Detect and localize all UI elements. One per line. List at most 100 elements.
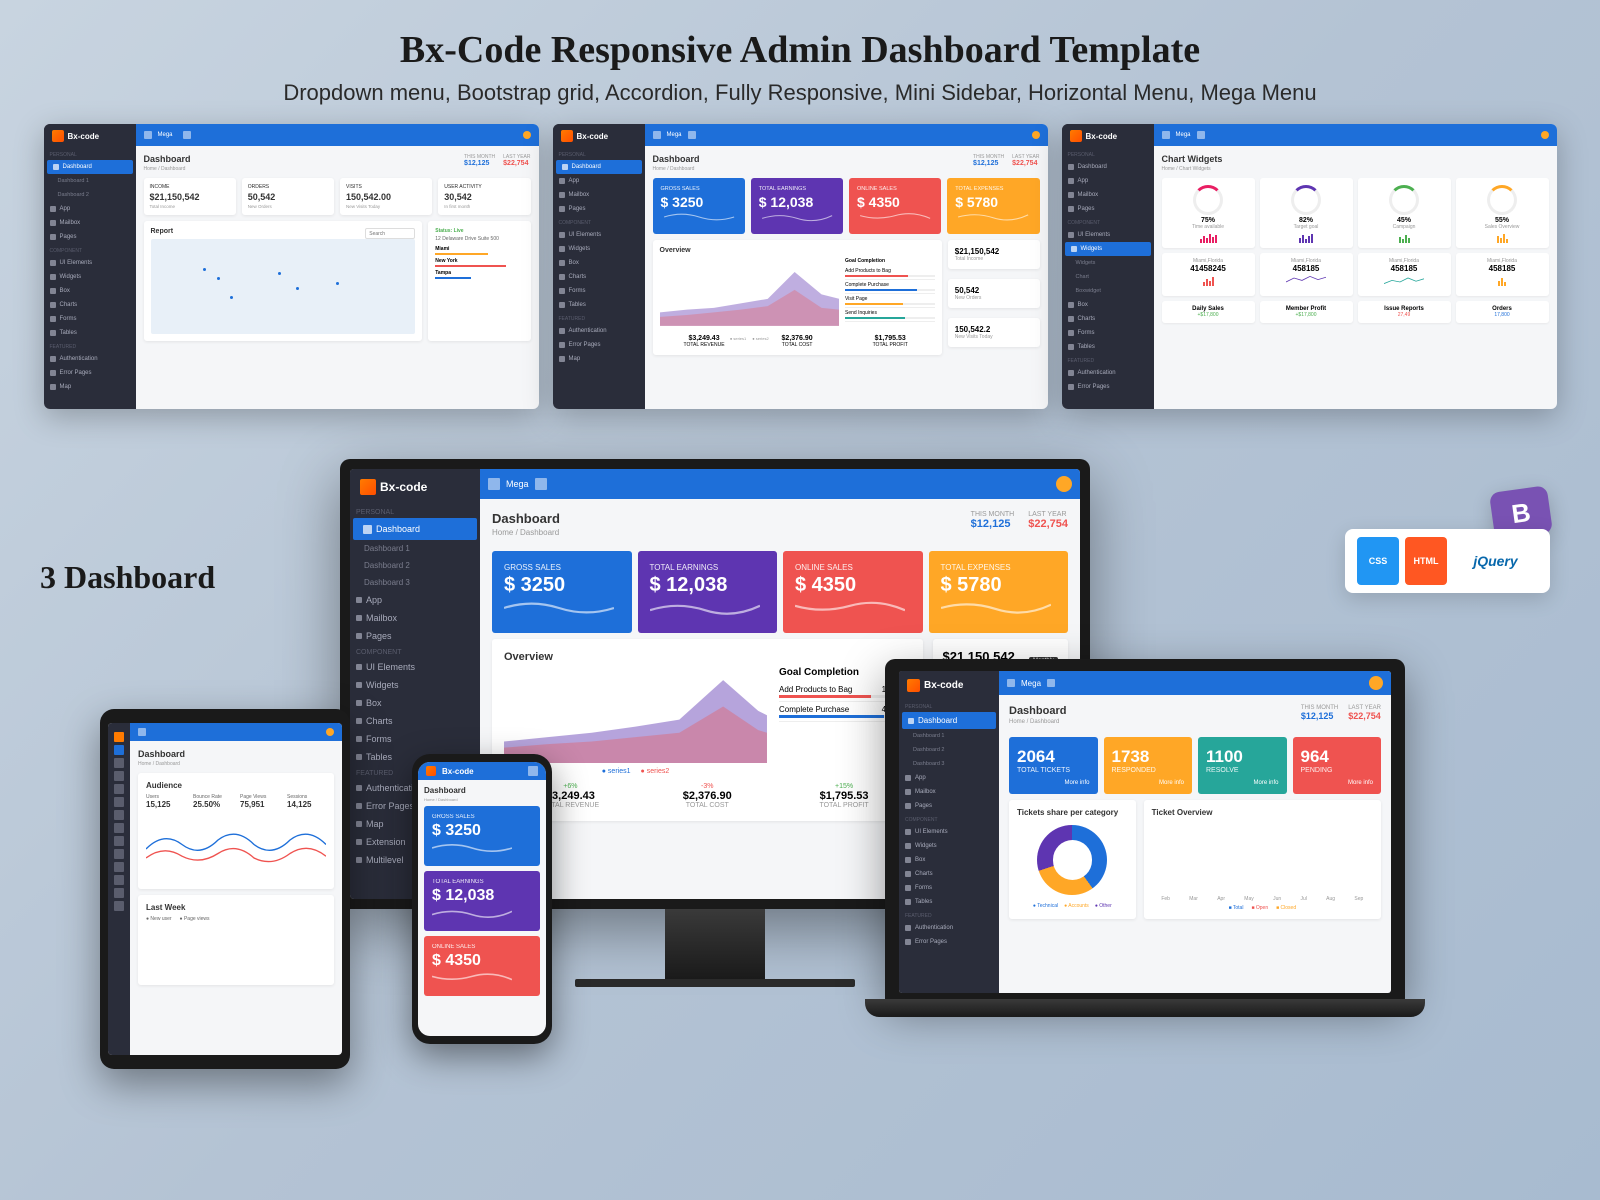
sidebar-item-errors[interactable]: Error Pages: [899, 935, 999, 949]
audience-title: Audience: [146, 781, 326, 790]
sidebar-item-widgets[interactable]: Widgets: [553, 242, 645, 256]
sidebar-item-map[interactable]: Map: [44, 380, 136, 394]
progress-widget-1: 75%Time available: [1162, 178, 1255, 248]
dashboard-count-label: 3 Dashboard: [40, 559, 215, 596]
sidebar-item-widgets[interactable]: Widgets: [1065, 242, 1151, 256]
sidebar-item-dashboard1[interactable]: Dashboard 1: [44, 174, 136, 188]
search-icon[interactable]: [1197, 131, 1205, 139]
sidebar-item-box[interactable]: Box: [899, 853, 999, 867]
sidebar-item-ui[interactable]: UI Elements: [44, 256, 136, 270]
sidebar-item-auth[interactable]: Authentication: [44, 352, 136, 366]
sidebar-item-map[interactable]: Map: [553, 352, 645, 366]
sidebar-item-dashboard[interactable]: Dashboard: [902, 712, 996, 729]
sidebar-item-app[interactable]: App: [553, 174, 645, 188]
avatar-icon[interactable]: [1032, 131, 1040, 139]
sidebar-item-forms[interactable]: Forms: [553, 284, 645, 298]
sidebar-item-mailbox[interactable]: Mailbox: [899, 785, 999, 799]
sidebar-item-box[interactable]: Box: [350, 694, 480, 712]
phone-tile-1: GROSS SALES$ 3250: [424, 806, 540, 866]
tech-badges: CSS HTML jQuery: [1345, 529, 1550, 593]
avatar-icon[interactable]: [1369, 676, 1383, 690]
mega-menu[interactable]: Mega: [158, 132, 173, 138]
tile-resolve: 1100ResolveMore info: [1198, 737, 1287, 794]
search-icon[interactable]: [183, 131, 191, 139]
sidebar-item-auth[interactable]: Authentication: [899, 921, 999, 935]
sidebar-item-errors[interactable]: Error Pages: [553, 338, 645, 352]
sidebar-item-app[interactable]: App: [44, 202, 136, 216]
sidebar-item-pages[interactable]: Pages: [1062, 202, 1154, 216]
sidebar-item-ui[interactable]: UI Elements: [350, 658, 480, 676]
sidebar-item-d3[interactable]: Dashboard 3: [350, 574, 480, 591]
search-icon[interactable]: [535, 478, 547, 490]
sidebar-item-box[interactable]: Box: [1062, 298, 1154, 312]
sidebar-item-mailbox[interactable]: Mailbox: [553, 188, 645, 202]
sidebar-item-widgets[interactable]: Widgets: [44, 270, 136, 284]
sidebar-item-d2[interactable]: Dashboard 2: [350, 557, 480, 574]
sidebar-item-charts[interactable]: Charts: [553, 270, 645, 284]
sidebar-item-widgets[interactable]: Widgets: [899, 839, 999, 853]
sidebar-item-mailbox[interactable]: Mailbox: [44, 216, 136, 230]
sidebar-item-ui[interactable]: UI Elements: [1062, 228, 1154, 242]
mega-menu[interactable]: Mega: [506, 479, 529, 489]
avatar-icon[interactable]: [523, 131, 531, 139]
sidebar-item-pages[interactable]: Pages: [44, 230, 136, 244]
sidebar-item-ui[interactable]: UI Elements: [899, 825, 999, 839]
sidebar-item-dashboard[interactable]: Dashboard: [1062, 160, 1154, 174]
city-ny: New York: [435, 258, 523, 264]
sidebar-item-forms[interactable]: Forms: [350, 730, 480, 748]
sidebar-item-mailbox[interactable]: Mailbox: [350, 609, 480, 627]
sidebar-item-dashboard2[interactable]: Dashboard 2: [44, 188, 136, 202]
sidebar-item-ui[interactable]: UI Elements: [553, 228, 645, 242]
sidebar-item-box[interactable]: Box: [44, 284, 136, 298]
avatar-icon[interactable]: [1056, 476, 1072, 492]
sidebar-item-mailbox[interactable]: Mailbox: [1062, 188, 1154, 202]
sidebar-item-dashboard[interactable]: Dashboard: [47, 160, 133, 174]
sidebar-item-dashboard[interactable]: Dashboard: [353, 518, 477, 540]
sidebar-item-tables[interactable]: Tables: [899, 895, 999, 909]
mega-menu[interactable]: Mega: [667, 132, 682, 138]
sidebar-item-pages[interactable]: Pages: [553, 202, 645, 216]
sidebar-item-auth[interactable]: Authentication: [1062, 366, 1154, 380]
sidebar-item-dashboard[interactable]: Dashboard: [556, 160, 642, 174]
expand-icon[interactable]: [1162, 131, 1170, 139]
sidebar-item-d1[interactable]: Dashboard 1: [350, 540, 480, 557]
sidebar-item-pages[interactable]: Pages: [350, 627, 480, 645]
sidebar-item-charts[interactable]: Charts: [44, 298, 136, 312]
page-title: Dashboard: [492, 511, 560, 526]
search-input[interactable]: [365, 228, 415, 239]
sidebar-item-app[interactable]: App: [899, 771, 999, 785]
world-map[interactable]: [151, 239, 416, 334]
search-icon[interactable]: [688, 131, 696, 139]
expand-icon[interactable]: [138, 728, 146, 736]
sidebar-item-box[interactable]: Box: [553, 256, 645, 270]
report-title: Report: [151, 228, 174, 235]
sidebar-item-errors[interactable]: Error Pages: [44, 366, 136, 380]
sidebar-item-app[interactable]: App: [350, 591, 480, 609]
tile-expenses: TOTAL EXPENSES$ 5780: [929, 551, 1069, 633]
sidebar-item-tables[interactable]: Tables: [1062, 340, 1154, 354]
sidebar-item-errors[interactable]: Error Pages: [1062, 380, 1154, 394]
sidebar-item-charts[interactable]: Charts: [350, 712, 480, 730]
sidebar-item-forms[interactable]: Forms: [1062, 326, 1154, 340]
expand-icon[interactable]: [144, 131, 152, 139]
sidebar-item-pages[interactable]: Pages: [899, 799, 999, 813]
expand-icon[interactable]: [488, 478, 500, 490]
expand-icon[interactable]: [653, 131, 661, 139]
sidebar-item-forms[interactable]: Forms: [44, 312, 136, 326]
sidebar-item-tables[interactable]: Tables: [44, 326, 136, 340]
sidebar-item-widgets[interactable]: Widgets: [350, 676, 480, 694]
sidebar-item-tables[interactable]: Tables: [553, 298, 645, 312]
sidebar-item-app[interactable]: App: [1062, 174, 1154, 188]
sidebar-item-auth[interactable]: Authentication: [553, 324, 645, 338]
expand-icon[interactable]: [1007, 679, 1015, 687]
avatar-icon[interactable]: [326, 728, 334, 736]
sidebar-item-charts[interactable]: Charts: [899, 867, 999, 881]
sidebar-item-forms[interactable]: Forms: [899, 881, 999, 895]
avatar-icon[interactable]: [1541, 131, 1549, 139]
menu-icon[interactable]: [528, 766, 538, 776]
logo-icon: [1070, 130, 1082, 142]
sidebar-section-component: COMPONENT: [44, 244, 136, 256]
sidebar-item-charts[interactable]: Charts: [1062, 312, 1154, 326]
search-icon[interactable]: [1047, 679, 1055, 687]
jquery-badge: jQuery: [1453, 537, 1538, 585]
